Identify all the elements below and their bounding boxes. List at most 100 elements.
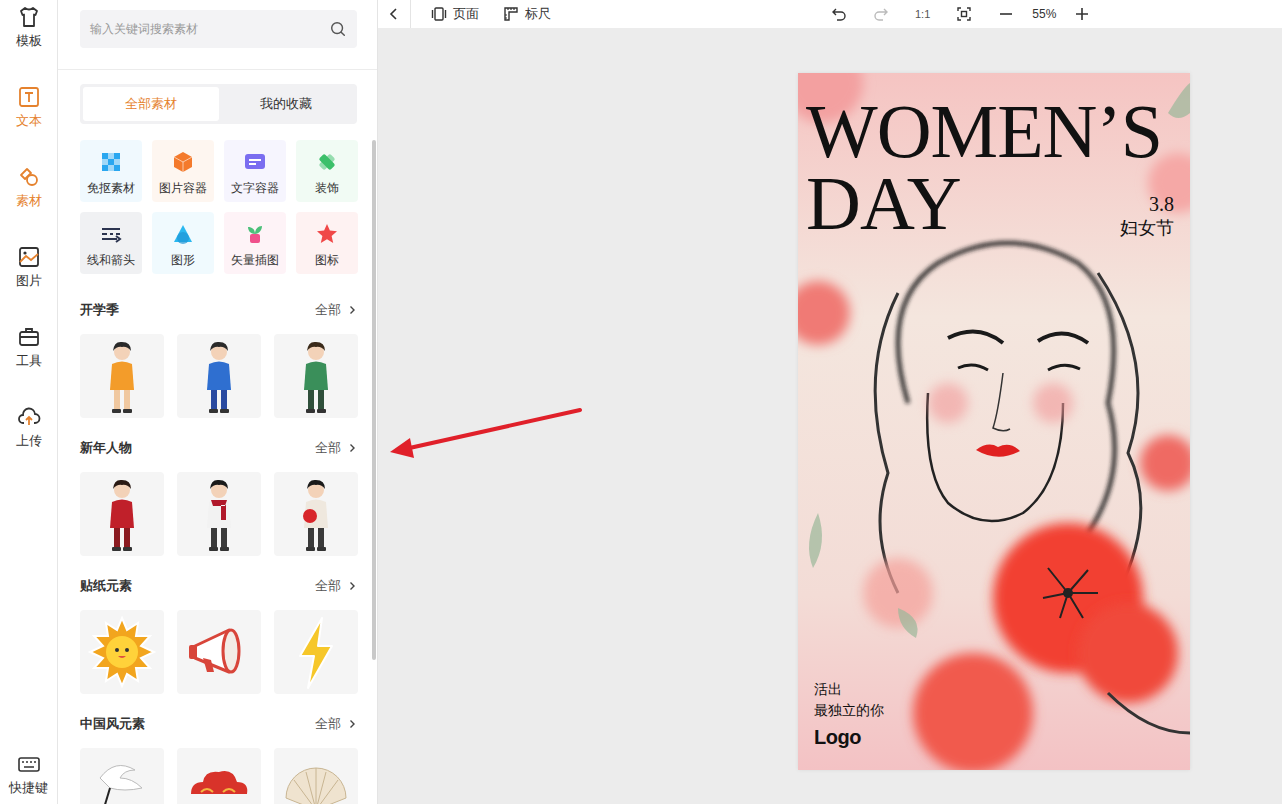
thumbnail-row [80,334,357,418]
category-label: 装饰 [315,180,339,197]
thumbnail-row [80,748,357,804]
zoom-out-icon[interactable] [998,6,1014,22]
rail-label: 工具 [16,353,42,369]
canvas-stage: 页面 标尺 1:1 55% WOMEN’S DAY 3.8 妇女节 活出 最独立… [378,0,1282,804]
poster-date[interactable]: 3.8 妇女节 [1120,193,1174,240]
scrollbar-thumb[interactable] [372,140,376,660]
poster-slogan[interactable]: 活出 最独立的你 Logo [814,679,884,748]
rail-item[interactable]: 文本 [0,80,57,160]
upload-icon [17,405,41,429]
asset-thumbnail[interactable] [80,748,164,804]
collapse-button[interactable] [378,0,411,28]
tool-icon [17,325,41,349]
textbox-icon [243,150,267,174]
lines-icon [99,222,123,246]
boy-jump-icon [177,334,261,418]
rail-label: 文本 [16,113,42,129]
poster-title[interactable]: WOMEN’S DAY [806,95,1162,239]
zoom-level[interactable]: 55% [1032,7,1056,21]
poster[interactable]: WOMEN’S DAY 3.8 妇女节 活出 最独立的你 Logo [798,73,1190,770]
category-label: 免抠素材 [87,180,135,197]
undo-icon[interactable] [831,6,847,22]
asset-thumbnail[interactable] [80,610,164,694]
cloud-icon [177,748,261,804]
asset-thumbnail[interactable] [177,334,261,418]
page-label: 页面 [453,5,479,23]
asset-thumbnail[interactable] [80,334,164,418]
plant-icon [243,222,267,246]
title-line: DAY [806,167,1162,239]
zoom-controls: 1:1 55% [831,6,1090,22]
sun-icon [80,610,164,694]
section-title: 贴纸元素 [80,577,132,595]
section-header: 贴纸元素 全部 [80,576,357,596]
tab-bar: 全部素材我的收藏 [80,84,357,124]
asset-section: 新年人物 全部 [80,438,357,556]
ruler-icon [503,6,519,22]
bolt-icon [274,610,358,694]
rail-label: 上传 [16,433,42,449]
asset-thumbnail[interactable] [274,610,358,694]
thumbnail-row [80,472,357,556]
zoom-in-icon[interactable] [1074,6,1090,22]
asset-thumbnail[interactable] [177,748,261,804]
fit-screen-icon[interactable] [956,6,972,22]
asset-thumbnail[interactable] [80,472,164,556]
category-label: 图标 [315,252,339,269]
chevron-right-icon [347,305,357,315]
shortcut-button[interactable]: 快捷键 [0,747,57,804]
title-line: WOMEN’S [806,95,1162,167]
category-tile[interactable]: 装饰 [296,140,358,202]
material-panel: 输入关键词搜索素材 全部素材我的收藏 免抠素材 图片容器 文字容器 装饰 线和箭… [58,0,378,804]
category-grid: 免抠素材 图片容器 文字容器 装饰 线和箭头 图形 矢量插图 图标 [80,140,357,274]
checker-icon [99,150,123,174]
see-all-link[interactable]: 全部 [315,439,357,457]
asset-thumbnail[interactable] [274,334,358,418]
ruler-button[interactable]: 标尺 [503,5,551,23]
chevron-right-icon [347,443,357,453]
text-icon [17,85,41,109]
fan-icon [274,748,358,804]
rail-item[interactable]: 图片 [0,240,57,320]
tab[interactable]: 我的收藏 [219,87,355,121]
search-field[interactable]: 输入关键词搜索素材 [80,10,357,48]
asset-thumbnail[interactable] [274,748,358,804]
rail-item[interactable]: 工具 [0,320,57,400]
holiday-name: 妇女节 [1120,216,1174,240]
rail-item[interactable]: 上传 [0,400,57,480]
category-label: 图片容器 [159,180,207,197]
megaphone-icon [177,610,261,694]
asset-thumbnail[interactable] [177,610,261,694]
asset-thumbnail[interactable] [274,472,358,556]
category-tile[interactable]: 线和箭头 [80,212,142,274]
section-header: 开学季 全部 [80,300,357,320]
material-icon [17,165,41,189]
category-tile[interactable]: 图片容器 [152,140,214,202]
chevron-right-icon [347,581,357,591]
category-label: 线和箭头 [87,252,135,269]
rail-item[interactable]: 模板 [0,0,57,80]
magnifier-icon[interactable] [329,20,347,38]
see-all-link[interactable]: 全部 [315,715,357,733]
category-tile[interactable]: 矢量插图 [224,212,286,274]
poster-logo[interactable]: Logo [814,727,884,748]
side-rail: 模板 文本 素材 图片 工具 上传 快捷键 [0,0,58,804]
redo-icon[interactable] [873,6,889,22]
category-tile[interactable]: 图标 [296,212,358,274]
tab[interactable]: 全部素材 [83,87,219,121]
rail-label: 素材 [16,193,42,209]
category-tile[interactable]: 免抠素材 [80,140,142,202]
rail-label: 模板 [16,33,42,49]
rail-item[interactable]: 素材 [0,160,57,240]
asset-thumbnail[interactable] [177,472,261,556]
asset-section: 贴纸元素 全部 [80,576,357,694]
category-tile[interactable]: 图形 [152,212,214,274]
see-all-link[interactable]: 全部 [315,577,357,595]
keyboard-icon [17,752,41,776]
annotation-arrow-icon [0,0,1282,804]
section-header: 新年人物 全部 [80,438,357,458]
actual-size-button[interactable]: 1:1 [915,8,930,20]
see-all-link[interactable]: 全部 [315,301,357,319]
category-tile[interactable]: 文字容器 [224,140,286,202]
page-button[interactable]: 页面 [431,5,479,23]
